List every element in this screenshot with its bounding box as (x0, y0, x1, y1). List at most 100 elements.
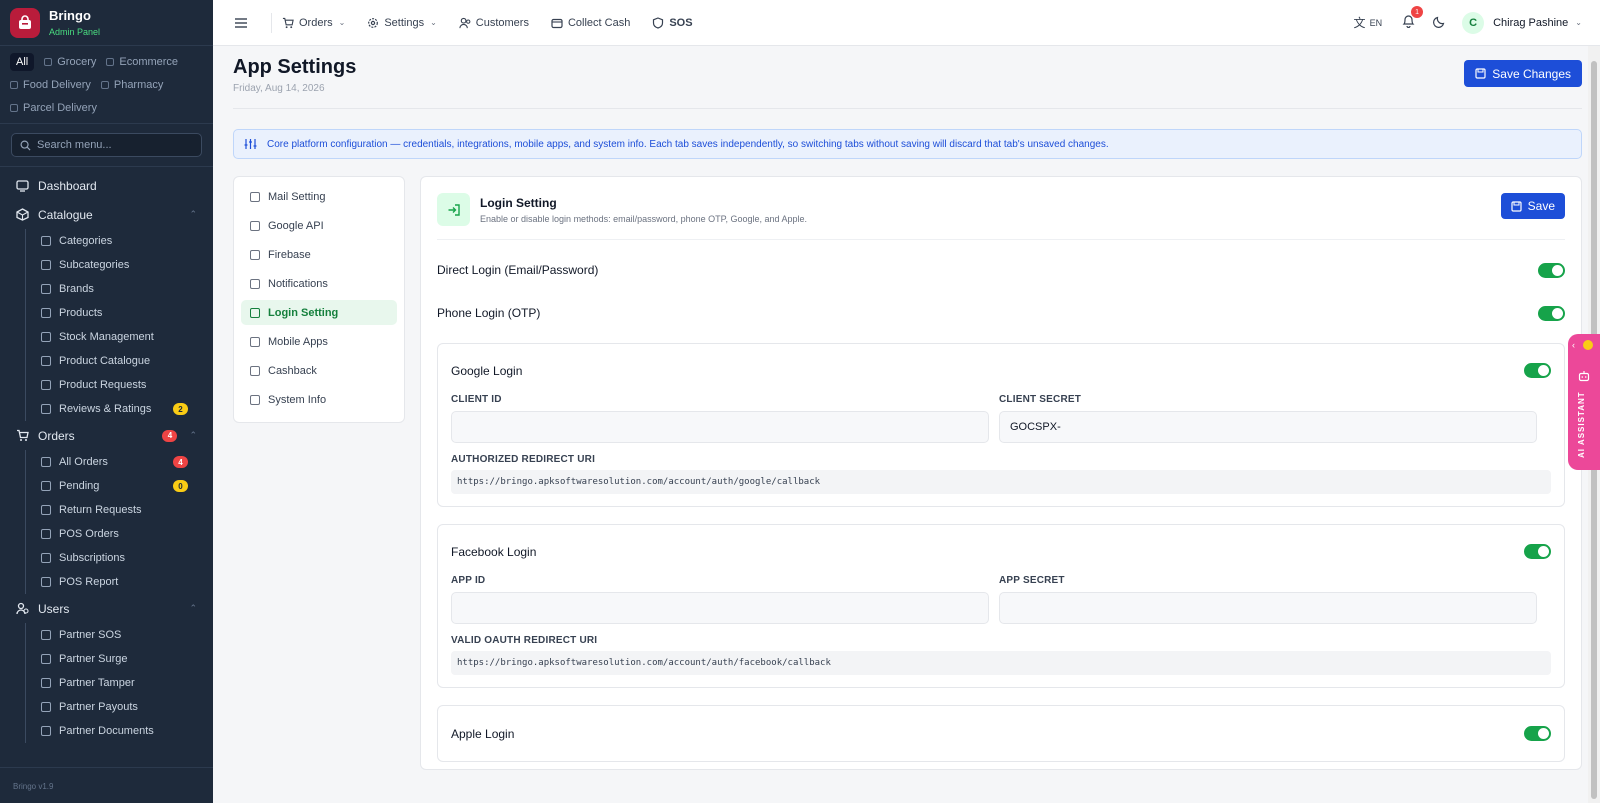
moon-icon[interactable] (1433, 15, 1446, 31)
clock-icon (41, 481, 51, 491)
search-input[interactable]: Search menu... (11, 133, 202, 157)
categories-icon (41, 236, 51, 246)
chevron-up-icon: ⌃ (189, 209, 197, 219)
nav-label: Subcategories (59, 259, 130, 271)
nav-brands[interactable]: Brands (0, 277, 213, 301)
facebook-login-header: Facebook Login (451, 544, 1551, 559)
topnav-customers[interactable]: Customers (459, 17, 529, 29)
nav-product-requests[interactable]: Product Requests (0, 373, 213, 397)
brand-subtitle: Admin Panel (49, 27, 101, 37)
app-id-input[interactable] (451, 592, 989, 624)
save-changes-button[interactable]: Save Changes (1464, 60, 1582, 87)
nav-label: Reviews & Ratings (59, 403, 152, 415)
tab-notifications[interactable]: Notifications (241, 271, 397, 296)
nav-partner-payouts[interactable]: Partner Payouts (0, 695, 213, 719)
menu-icon[interactable] (221, 17, 261, 29)
nav-catalogue[interactable]: Catalogue ⌃ (0, 200, 213, 229)
tab-label: Google API (268, 219, 324, 232)
nav-label: Users (38, 601, 70, 616)
nav-pending[interactable]: Pending 0 (0, 474, 213, 498)
tab-login-setting[interactable]: Login Setting (241, 300, 397, 325)
filter-parcel-delivery[interactable]: Parcel Delivery (10, 99, 97, 117)
filter-ecommerce[interactable]: Ecommerce (106, 53, 178, 71)
nav-label: Orders (38, 428, 75, 443)
panel-subtitle: Enable or disable login methods: email/p… (480, 214, 808, 224)
nav-reviews-ratings[interactable]: Reviews & Ratings 2 (0, 397, 213, 421)
save-button[interactable]: Save (1500, 193, 1565, 219)
tab-system-info[interactable]: System Info (241, 387, 397, 412)
nav-partner-sos[interactable]: Partner SOS (0, 623, 213, 647)
google-login-header: Google Login (451, 363, 1551, 378)
orders-submenu: All Orders 4 Pending 0 Return Requests POS… (0, 450, 213, 594)
nav-partner-tamper[interactable]: Partner Tamper (0, 671, 213, 695)
nav-partner-documents[interactable]: Partner Documents (0, 719, 213, 743)
facebook-login-toggle[interactable] (1524, 544, 1551, 559)
chevron-up-icon: ⌃ (189, 430, 197, 440)
bell-icon[interactable]: 1 (1402, 6, 1424, 31)
nav-subcategories[interactable]: Subcategories (0, 253, 213, 277)
all-orders-badge: 4 (173, 456, 188, 468)
client-secret-input[interactable] (999, 411, 1537, 443)
facebook-redirect-uri[interactable]: https://bringo.apksoftwaresolution.com/a… (451, 651, 1551, 675)
apple-login-card: Apple Login (437, 705, 1565, 762)
list-icon (41, 260, 51, 270)
pending-badge: 0 (173, 480, 188, 492)
nav-dashboard[interactable]: Dashboard (0, 171, 213, 200)
nav-subscriptions[interactable]: Subscriptions (0, 546, 213, 570)
nav-label: Product Catalogue (59, 355, 151, 367)
nav-orders[interactable]: Orders 4 ⌃ (0, 421, 213, 450)
tab-mail-setting[interactable]: Mail Setting (241, 184, 397, 209)
nav-all-orders[interactable]: All Orders 4 (0, 450, 213, 474)
app-secret-input[interactable] (999, 592, 1537, 624)
nav-label: Return Requests (59, 504, 142, 516)
divider (233, 108, 1582, 109)
topnav-sos[interactable]: SOS (652, 17, 693, 29)
ecommerce-icon (106, 58, 115, 66)
nav-pos-report[interactable]: POS Report (0, 570, 213, 594)
filter-food-delivery[interactable]: Food Delivery (10, 76, 91, 94)
tab-mobile-apps[interactable]: Mobile Apps (241, 329, 397, 354)
notification-count-badge: 1 (1411, 6, 1424, 18)
nav-users[interactable]: Users ⌃ (0, 594, 213, 623)
apple-login-label: Apple Login (451, 726, 515, 741)
nav-products[interactable]: Products (0, 301, 213, 325)
alert-icon (41, 630, 51, 640)
nav-label: Partner Payouts (59, 701, 138, 713)
filter-pharmacy[interactable]: Pharmacy (100, 76, 164, 94)
topnav-settings[interactable]: Settings ⌄ (367, 17, 437, 29)
topnav-orders[interactable]: Orders ⌄ (282, 17, 345, 29)
client-id-input[interactable] (451, 411, 989, 443)
nav-partner-surge[interactable]: Partner Surge (0, 647, 213, 671)
nav-categories[interactable]: Categories (0, 229, 213, 253)
tab-google-api[interactable]: Google API (241, 213, 397, 238)
language-switcher[interactable]: 文 EN (1354, 14, 1383, 31)
nav-stock-management[interactable]: Stock Management (0, 325, 213, 349)
ai-assistant-button[interactable]: ‹ AI ASSISTANT (1568, 334, 1600, 470)
nav-return-requests[interactable]: Return Requests (0, 498, 213, 522)
users-icon (16, 602, 29, 615)
direct-login-toggle[interactable] (1538, 262, 1565, 278)
google-redirect-uri[interactable]: https://bringo.apksoftwaresolution.com/a… (451, 470, 1551, 494)
apple-login-toggle[interactable] (1524, 726, 1551, 741)
nav-label: POS Report (59, 576, 119, 588)
search-placeholder: Search menu... (37, 139, 112, 151)
nav-product-catalogue[interactable]: Product Catalogue (0, 349, 213, 373)
ai-assistant-label: AI ASSISTANT (1577, 391, 1586, 458)
google-login-toggle[interactable] (1524, 363, 1551, 378)
filter-label: Pharmacy (113, 79, 164, 91)
tab-firebase[interactable]: Firebase (241, 242, 397, 267)
brand[interactable]: Bringo Admin Panel (0, 0, 213, 46)
phone-login-toggle[interactable] (1538, 305, 1565, 321)
login-icon (250, 307, 260, 318)
nav-pos-orders[interactable]: POS Orders (0, 522, 213, 546)
login-icon (437, 193, 470, 226)
nav-label: Products (59, 307, 103, 319)
user-menu[interactable]: C Chirag Pashine ⌄ (1462, 11, 1582, 34)
tab-label: System Info (268, 393, 327, 406)
divider (271, 12, 272, 33)
filter-grocery[interactable]: Grocery (44, 53, 96, 71)
pos-icon (41, 529, 51, 539)
filter-all[interactable]: All (10, 53, 35, 71)
tab-cashback[interactable]: Cashback (241, 358, 397, 383)
topnav-collect-cash[interactable]: Collect Cash (551, 17, 630, 29)
